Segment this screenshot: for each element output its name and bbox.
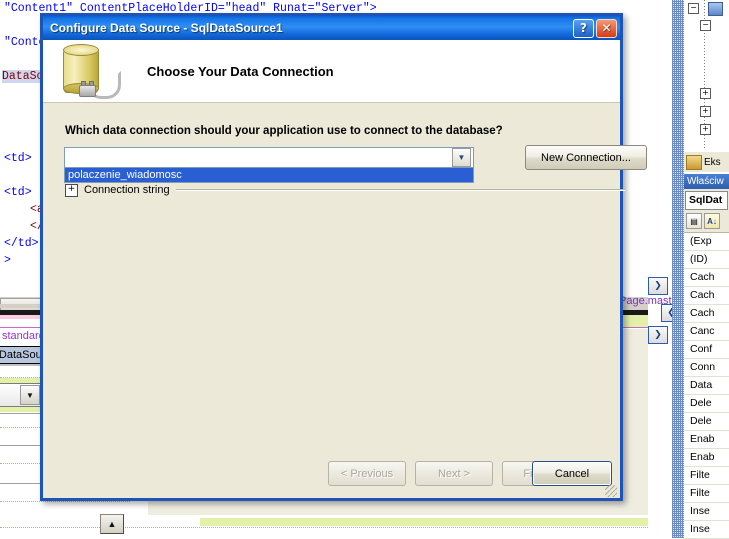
tree-expander-collapse-icon[interactable]: − <box>700 20 711 31</box>
code-line: <td> <box>4 186 32 199</box>
panel-gripper <box>672 0 684 538</box>
dialog-title: Configure Data Source - SqlDataSource1 <box>50 21 283 35</box>
resize-grip[interactable] <box>605 485 617 497</box>
design-row-dots <box>0 501 130 502</box>
design-scroll-right-button[interactable]: ❯ <box>648 277 668 295</box>
property-row[interactable]: Data <box>684 377 729 395</box>
property-row[interactable]: Conf <box>684 341 729 359</box>
property-row[interactable]: Cach <box>684 305 729 323</box>
chevron-down-icon[interactable]: ▼ <box>452 148 471 167</box>
dropdown-option-selected[interactable]: polaczenie_wiadomosc <box>65 168 473 182</box>
property-row[interactable]: Dele <box>684 413 729 431</box>
properties-panel-title: Właściw <box>684 174 729 189</box>
tree-expander-expand-icon[interactable]: + <box>700 88 711 99</box>
expand-plus-icon[interactable]: + <box>65 183 78 197</box>
properties-grid[interactable]: (Exp (ID) Cach Cach Cach Canc Conf Conn … <box>684 232 729 539</box>
dialog-body: Which data connection should your applic… <box>43 103 647 499</box>
right-docked-panels: − − + + + Eks Właściw SqlDat ▤ A↓ (Exp (… <box>672 0 729 539</box>
connection-string-label: Connection string <box>84 184 170 196</box>
close-button[interactable]: ✕ <box>596 18 617 38</box>
design-scroll-right-button-2[interactable]: ❯ <box>648 326 668 344</box>
property-row[interactable]: Enab <box>684 449 729 467</box>
connection-dropdown-list[interactable]: polaczenie_wiadomosc <box>64 167 474 183</box>
database-connection-icon <box>61 44 121 99</box>
properties-toolbar: ▤ A↓ <box>684 212 729 230</box>
property-row[interactable]: Conn <box>684 359 729 377</box>
connection-question-label: Which data connection should your applic… <box>65 125 503 137</box>
property-row[interactable]: Canc <box>684 323 729 341</box>
dialog-header: Choose Your Data Connection <box>43 40 620 103</box>
cancel-button[interactable]: Cancel <box>532 461 612 486</box>
property-row[interactable]: Filte <box>684 485 729 503</box>
new-connection-button[interactable]: New Connection... <box>525 145 647 170</box>
property-row[interactable]: (Exp <box>684 233 729 251</box>
property-row[interactable]: Inse <box>684 521 729 539</box>
property-row[interactable]: Dele <box>684 395 729 413</box>
property-row[interactable]: Cach <box>684 269 729 287</box>
dialog-header-title: Choose Your Data Connection <box>147 63 334 79</box>
properties-object-selector[interactable]: SqlDat <box>685 191 728 210</box>
next-button[interactable]: Next > <box>415 461 493 486</box>
dialog-title-bar[interactable]: Configure Data Source - SqlDataSource1 ?… <box>43 16 620 40</box>
dialog-footer: < Previous Next > Finish Cancel <box>43 451 620 499</box>
configure-data-source-dialog: Configure Data Source - SqlDataSource1 ?… <box>40 13 647 501</box>
solution-explorer-tab[interactable]: Eks <box>684 152 729 172</box>
tree-expander-collapse-icon[interactable]: − <box>688 3 699 14</box>
property-row[interactable]: Enab <box>684 431 729 449</box>
chevron-down-icon: ▼ <box>20 385 40 405</box>
solution-explorer-tree[interactable]: − − + + + <box>684 0 729 155</box>
tree-expander-expand-icon[interactable]: + <box>700 106 711 117</box>
database-cylinder-top <box>63 44 99 56</box>
property-row[interactable]: Cach <box>684 287 729 305</box>
design-row-dots <box>0 527 648 528</box>
help-button[interactable]: ? <box>573 18 594 38</box>
property-row[interactable]: Inse <box>684 503 729 521</box>
categorized-view-icon[interactable]: ▤ <box>686 213 702 229</box>
property-row[interactable]: (ID) <box>684 251 729 269</box>
design-green-strip <box>200 518 648 526</box>
code-line: <td> <box>4 152 32 165</box>
design-scroll-up-button-2[interactable]: ▲ <box>100 514 124 534</box>
design-dropdown-control[interactable]: ▼ <box>0 383 42 407</box>
tree-expander-expand-icon[interactable]: + <box>700 124 711 135</box>
solution-explorer-icon <box>686 154 702 170</box>
tree-node-icon <box>708 2 723 16</box>
connection-string-expander-row[interactable]: + Connection string <box>65 183 625 197</box>
code-line: > <box>4 254 11 267</box>
solution-explorer-tab-label: Eks <box>704 156 721 168</box>
code-line: </td> <box>4 237 39 250</box>
previous-button[interactable]: < Previous <box>328 461 406 486</box>
property-row[interactable]: Filte <box>684 467 729 485</box>
connection-combobox[interactable]: ▼ <box>64 147 474 168</box>
properties-panel: Właściw SqlDat ▤ A↓ (Exp (ID) Cach Cach … <box>684 174 729 539</box>
alphabetical-sort-icon[interactable]: A↓ <box>704 213 720 229</box>
section-divider <box>175 189 625 191</box>
plug-icon <box>79 85 96 97</box>
